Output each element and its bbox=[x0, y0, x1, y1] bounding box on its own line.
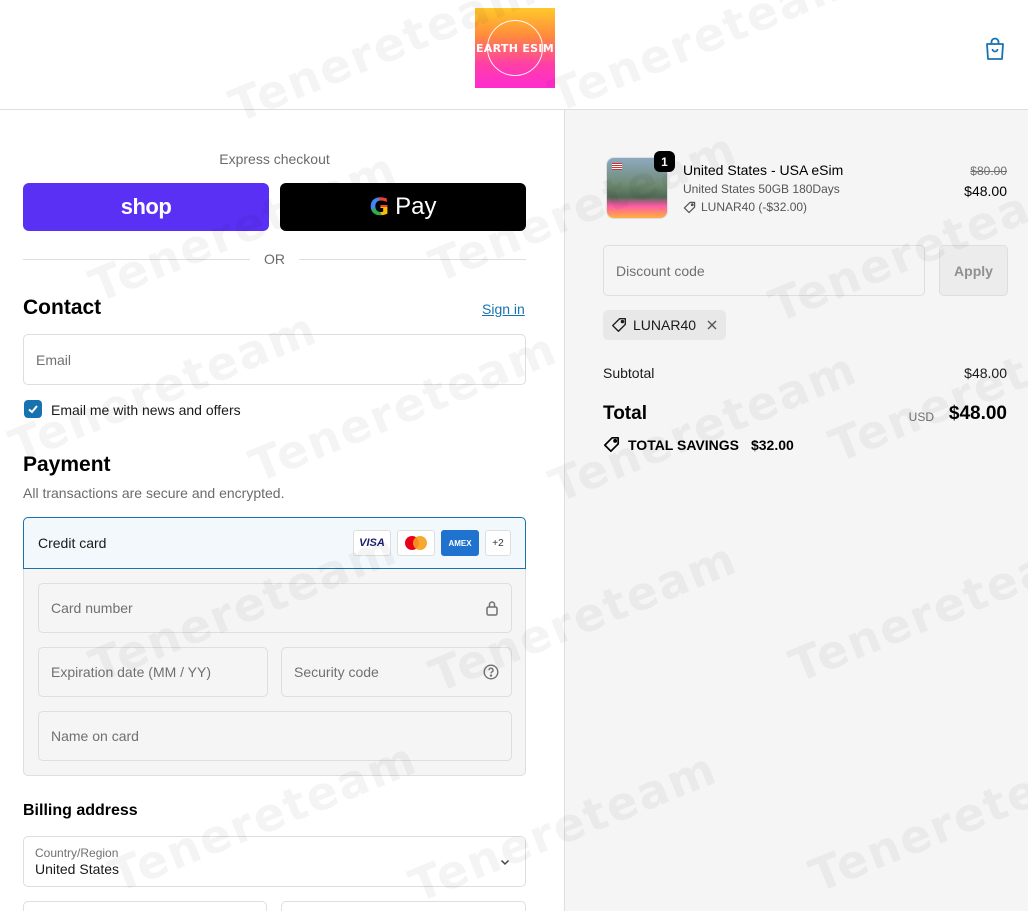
order-summary: 1 United States - USA eSim United States… bbox=[564, 110, 1028, 911]
lock-icon bbox=[486, 601, 498, 616]
divider-line bbox=[23, 258, 250, 260]
savings-value: $32.00 bbox=[750, 436, 794, 453]
billing-heading: Billing address bbox=[23, 802, 138, 819]
card-brand-logos: VISA AMEX +2 bbox=[353, 530, 511, 556]
email-placeholder: Email bbox=[36, 351, 72, 368]
expiration-placeholder: Expiration date (MM / YY) bbox=[51, 664, 212, 680]
tag-icon bbox=[612, 318, 626, 332]
or-divider: OR bbox=[23, 250, 526, 268]
site-header: EARTH ESIM bbox=[0, 0, 1028, 110]
email-field[interactable]: Email bbox=[23, 334, 526, 385]
country-label: Country/Region bbox=[35, 846, 119, 860]
applied-discount-chip: LUNAR40 bbox=[603, 310, 727, 340]
amex-icon: AMEX bbox=[441, 530, 479, 556]
card-number-placeholder: Card number bbox=[51, 600, 133, 616]
tag-icon bbox=[603, 436, 620, 453]
shop-pay-label: shop bbox=[120, 194, 172, 219]
divider-line bbox=[299, 258, 526, 260]
google-pay-label: Pay bbox=[395, 193, 437, 220]
security-code-field[interactable]: Security code bbox=[281, 647, 512, 697]
tag-icon bbox=[683, 201, 696, 213]
contact-heading: Contact bbox=[23, 296, 102, 319]
google-g-icon: G bbox=[369, 193, 390, 221]
apply-discount-button[interactable]: Apply bbox=[939, 245, 1008, 296]
more-cards-badge: +2 bbox=[485, 530, 511, 556]
credit-card-fields: Card number Expiration date (MM / YY) Se… bbox=[23, 569, 526, 776]
express-checkout-title: Express checkout bbox=[219, 151, 330, 167]
logo-text: EARTH ESIM bbox=[475, 41, 555, 55]
google-pay-button[interactable]: G Pay bbox=[280, 183, 526, 231]
name-on-card-placeholder: Name on card bbox=[51, 728, 139, 744]
product-discount: LUNAR40 (-$32.00) bbox=[683, 200, 807, 214]
total-value: $48.00 bbox=[948, 403, 1007, 424]
mastercard-icon bbox=[397, 530, 435, 556]
close-icon bbox=[707, 320, 717, 330]
chevron-down-icon bbox=[500, 859, 510, 866]
checkmark-icon bbox=[28, 405, 38, 414]
help-circle-icon[interactable] bbox=[483, 664, 499, 680]
shop-pay-button[interactable]: shop bbox=[23, 183, 269, 231]
product-variant: United States 50GB 180Days bbox=[683, 182, 840, 196]
first-name-field[interactable] bbox=[23, 901, 267, 911]
discount-code-input[interactable]: Discount code bbox=[603, 245, 925, 296]
product-discount-text: LUNAR40 (-$32.00) bbox=[701, 200, 808, 214]
credit-card-option[interactable]: Credit card VISA AMEX +2 bbox=[23, 517, 526, 569]
name-on-card-field[interactable]: Name on card bbox=[38, 711, 512, 761]
newsletter-label[interactable]: Email me with news and offers bbox=[51, 402, 241, 418]
subtotal-value: $48.00 bbox=[964, 365, 1007, 381]
applied-code-text: LUNAR40 bbox=[633, 317, 697, 333]
country-value: United States bbox=[35, 861, 120, 877]
total-savings: TOTAL SAVINGS $32.00 bbox=[603, 436, 794, 453]
expiration-date-field[interactable]: Expiration date (MM / YY) bbox=[38, 647, 268, 697]
brand-logo[interactable]: EARTH ESIM bbox=[475, 8, 555, 88]
newsletter-checkbox[interactable] bbox=[24, 400, 42, 418]
item-price: $48.00 bbox=[964, 183, 1007, 199]
credit-card-label: Credit card bbox=[38, 535, 107, 551]
sign-in-link[interactable]: Sign in bbox=[482, 301, 525, 317]
or-text: OR bbox=[264, 251, 285, 267]
discount-placeholder: Discount code bbox=[616, 262, 705, 279]
remove-discount-button[interactable] bbox=[706, 319, 718, 331]
checkout-form: Express checkout shop G Pay OR Contact S… bbox=[0, 110, 564, 911]
subtotal-label: Subtotal bbox=[603, 365, 655, 381]
shopping-bag-icon[interactable] bbox=[983, 36, 1007, 62]
payment-subtitle: All transactions are secure and encrypte… bbox=[23, 485, 285, 501]
quantity-badge: 1 bbox=[654, 151, 675, 172]
visa-icon: VISA bbox=[353, 530, 391, 556]
product-title: United States - USA eSim bbox=[683, 162, 844, 178]
us-flag-icon bbox=[612, 163, 622, 170]
country-select[interactable]: Country/Region United States bbox=[23, 836, 526, 887]
original-price: $80.00 bbox=[970, 164, 1007, 178]
card-number-field[interactable]: Card number bbox=[38, 583, 512, 633]
total-label: Total bbox=[603, 403, 647, 424]
savings-label: TOTAL SAVINGS bbox=[628, 436, 739, 453]
security-code-placeholder: Security code bbox=[294, 664, 379, 680]
last-name-field[interactable] bbox=[281, 901, 526, 911]
payment-heading: Payment bbox=[23, 453, 111, 476]
currency-code: USD bbox=[908, 410, 934, 424]
